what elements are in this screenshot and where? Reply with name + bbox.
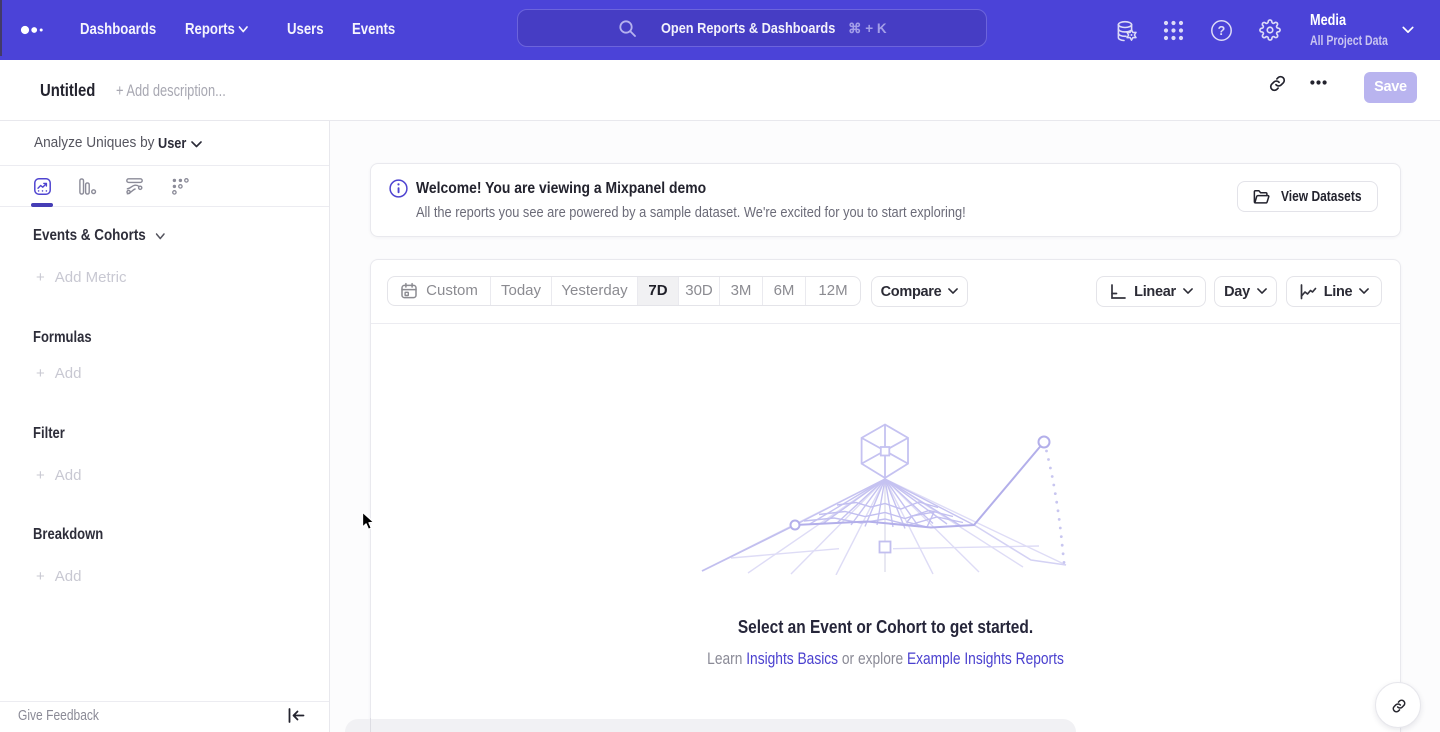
svg-text:?: ?: [1218, 24, 1226, 38]
